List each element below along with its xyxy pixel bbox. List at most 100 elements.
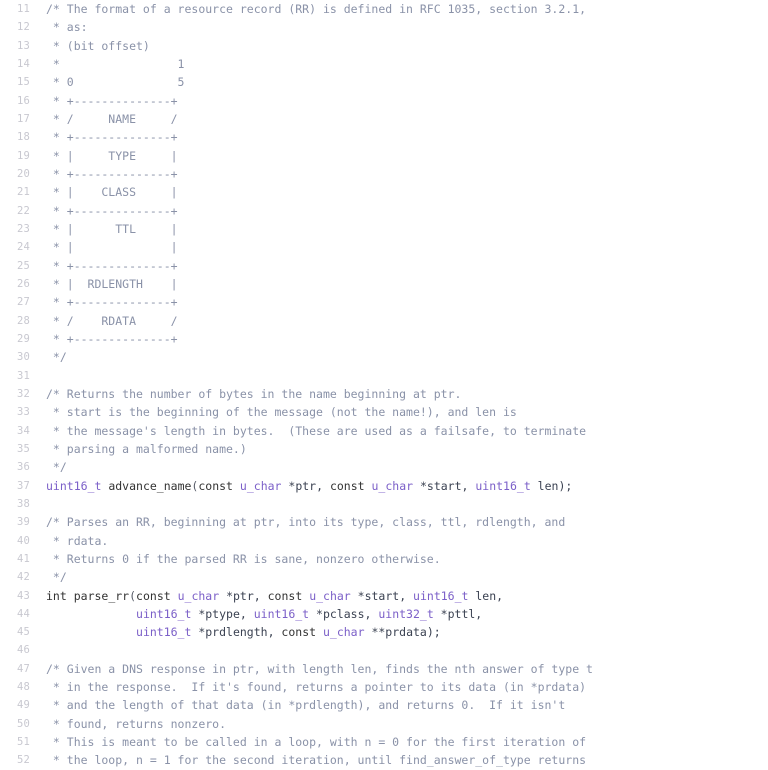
token-type: uint32_t	[378, 606, 434, 621]
line-number: 46	[16, 644, 30, 657]
line-number: 19	[16, 149, 30, 162]
code-line[interactable]: 38	[0, 495, 768, 513]
line-number: 26	[16, 277, 30, 290]
code-line-content: uint16_t *prdlength, const u_char **prda…	[30, 623, 441, 641]
code-line-content	[30, 641, 53, 659]
token-plain: *ptr,	[219, 588, 268, 603]
code-line[interactable]: 41 * Returns 0 if the parsed RR is sane,…	[0, 550, 768, 568]
code-line[interactable]: 39 /* Parses an RR, beginning at ptr, int…	[0, 513, 768, 531]
code-line[interactable]: 22 * +--------------+	[0, 202, 768, 220]
code-line[interactable]: 12 * as:	[0, 18, 768, 36]
code-line[interactable]: 28 * / RDATA /	[0, 312, 768, 330]
code-line[interactable]: 20 * +--------------+	[0, 165, 768, 183]
code-line[interactable]: 43 int parse_rr(const u_char *ptr, const …	[0, 587, 768, 605]
code-line[interactable]: 49 * and the length of that data (in *pr…	[0, 696, 768, 714]
line-number: 24	[16, 241, 30, 254]
code-line[interactable]: 27 * +--------------+	[0, 293, 768, 311]
code-line[interactable]: 52 * the loop, n = 1 for the second iter…	[0, 751, 768, 769]
code-line[interactable]: 42 */	[0, 568, 768, 586]
token-function: parse_rr	[73, 588, 130, 603]
token-comment: * +--------------+	[46, 331, 178, 346]
code-line[interactable]: 19 * | TYPE |	[0, 147, 768, 165]
line-number: 13	[16, 39, 30, 52]
code-line[interactable]: 23 * | TTL |	[0, 220, 768, 238]
line-number: 31	[16, 369, 30, 382]
code-line[interactable]: 29 * +--------------+	[0, 330, 768, 348]
line-number: 29	[16, 332, 30, 345]
code-line[interactable]: 37 uint16_t advance_name(const u_char *pt…	[0, 477, 768, 495]
code-line-content	[30, 367, 53, 385]
code-line[interactable]: 31	[0, 367, 768, 385]
code-line[interactable]: 33 * start is the beginning of the messa…	[0, 403, 768, 421]
code-line[interactable]: 26 * | RDLENGTH |	[0, 275, 768, 293]
line-number: 44	[16, 607, 30, 620]
token-comment: * +--------------+	[46, 93, 178, 108]
code-viewer[interactable]: 11 /* The format of a resource record (RR…	[0, 0, 768, 770]
token-keyword: const	[198, 478, 233, 493]
line-number: 38	[16, 497, 30, 510]
code-line-content: * the message's length in bytes. (These …	[30, 422, 586, 440]
code-line[interactable]: 13 * (bit offset)	[0, 37, 768, 55]
code-line-content: * | |	[30, 238, 178, 256]
code-line-content: /* The format of a resource record (RR) …	[30, 0, 586, 18]
token-comment: * +--------------+	[46, 166, 178, 181]
code-line[interactable]: 14 * 1	[0, 55, 768, 73]
code-line[interactable]: 45 uint16_t *prdlength, const u_char **p…	[0, 623, 768, 641]
code-line-list: 11 /* The format of a resource record (RR…	[0, 0, 768, 770]
token-plain: *ptype,	[191, 606, 254, 621]
token-plain: len);	[530, 478, 573, 493]
token-type: uint16_t	[46, 478, 102, 493]
token-plain: len,	[468, 588, 504, 603]
code-line[interactable]: 40 * rdata.	[0, 532, 768, 550]
code-line[interactable]: 46	[0, 641, 768, 659]
code-line[interactable]: 18 * +--------------+	[0, 128, 768, 146]
token-type: uint16_t	[413, 588, 469, 603]
code-line-content: * | TYPE |	[30, 147, 178, 165]
line-number: 39	[16, 516, 30, 529]
code-line[interactable]: 17 * / NAME /	[0, 110, 768, 128]
token-comment: * +--------------+	[46, 295, 178, 310]
code-line[interactable]: 15 * 0 5	[0, 73, 768, 91]
code-line-content: * +--------------+	[30, 293, 178, 311]
line-number: 37	[16, 479, 30, 492]
code-line[interactable]: 24 * | |	[0, 238, 768, 256]
token-comment: * the message's length in bytes. (These …	[46, 423, 587, 438]
code-line[interactable]: 16 * +--------------+	[0, 92, 768, 110]
line-number: 45	[16, 626, 30, 639]
code-line[interactable]: 50 * found, returns nonzero.	[0, 715, 768, 733]
code-line[interactable]: 25 * +--------------+	[0, 257, 768, 275]
code-line[interactable]: 44 uint16_t *ptype, uint16_t *pclass, ui…	[0, 605, 768, 623]
code-line[interactable]: 48 * in the response. If it's found, ret…	[0, 678, 768, 696]
token-type: u_char	[239, 478, 282, 493]
token-plain: *start,	[413, 478, 476, 493]
code-line-content: */	[30, 348, 67, 366]
code-line[interactable]: 51 * This is meant to be called in a loo…	[0, 733, 768, 751]
line-number: 32	[16, 387, 30, 400]
token-comment: * This is meant to be called in a loop, …	[46, 735, 587, 750]
line-number: 49	[16, 699, 30, 712]
token-type: uint16_t	[253, 606, 310, 621]
line-number: 41	[16, 552, 30, 565]
token-comment: /* Returns the number of bytes in the na…	[46, 386, 462, 401]
line-number: 20	[16, 167, 30, 180]
code-line[interactable]: 21 * | CLASS |	[0, 183, 768, 201]
code-line[interactable]: 34 * the message's length in bytes. (The…	[0, 422, 768, 440]
code-line[interactable]: 32 /* Returns the number of bytes in the …	[0, 385, 768, 403]
code-line[interactable]: 47 /* Given a DNS response in ptr, with l…	[0, 660, 768, 678]
token-function: advance_name	[108, 478, 192, 493]
code-line[interactable]: 35 * parsing a malformed name.)	[0, 440, 768, 458]
token-keyword: const	[329, 478, 365, 493]
code-line-content: * rdata.	[30, 532, 108, 550]
line-number: 16	[16, 94, 30, 107]
code-line[interactable]: 11 /* The format of a resource record (RR…	[0, 0, 768, 18]
line-number: 42	[16, 571, 30, 584]
line-number: 12	[16, 21, 30, 34]
token-comment: * start is the beginning of the message …	[46, 405, 517, 420]
line-number: 18	[16, 131, 30, 144]
code-line[interactable]: 30 */	[0, 348, 768, 366]
code-line[interactable]: 36 */	[0, 458, 768, 476]
